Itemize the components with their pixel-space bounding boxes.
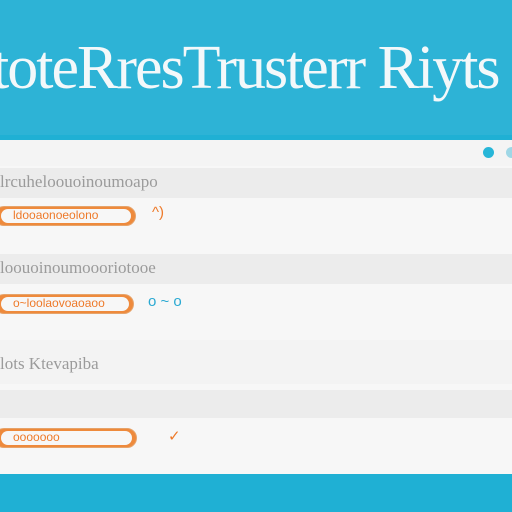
row-1-indicator-icon[interactable]: ^) (152, 204, 164, 221)
status-dot-icon[interactable] (483, 147, 494, 158)
row-3-indicator-icon[interactable]: ✓ (168, 427, 181, 445)
secondary-dot-icon[interactable] (506, 147, 512, 158)
settings-panel: lrcuheloouoinoumoapo ldooaonoeolono ^) l… (0, 140, 512, 474)
footer-band (0, 474, 512, 512)
row-divider-3 (0, 390, 512, 418)
row-label-1: lrcuheloouoinoumoapo (0, 172, 158, 191)
input-pill-3[interactable]: ooooooo (0, 428, 137, 448)
row-header-3: lots Ktevapiba (0, 340, 512, 384)
row-header-1: lrcuheloouoinoumoapo (0, 168, 512, 198)
panel-toolbar (0, 140, 512, 166)
input-pill-1-text: ldooaonoeolono (13, 208, 99, 222)
input-pill-1[interactable]: ldooaonoeolono (0, 206, 136, 226)
header-banner: toteRresTrusterr Riyts (0, 0, 512, 135)
input-pill-3-text: ooooooo (13, 430, 60, 444)
row-label-3: lots Ktevapiba (0, 354, 99, 373)
row-body-3: ooooooo ✓ (0, 424, 512, 450)
row-2-indicator-icon[interactable]: o ~ o (148, 293, 182, 310)
banner-title: toteRresTrusterr Riyts (0, 34, 501, 102)
spacer-1 (0, 230, 512, 252)
row-body-1: ldooaonoeolono ^) (0, 202, 512, 228)
input-pill-2[interactable]: o~loolaovoaoaoo (0, 294, 134, 314)
app-root: { "banner": { "title": "toteRresTrusterr… (0, 0, 512, 512)
row-header-2: loouoinoumoooriotooe (0, 254, 512, 284)
spacer-2 (0, 318, 512, 340)
row-label-2: loouoinoumoooriotooe (0, 258, 156, 277)
row-body-2: o~loolaovoaoaoo o ~ o (0, 290, 512, 316)
input-pill-2-text: o~loolaovoaoaoo (13, 296, 105, 310)
